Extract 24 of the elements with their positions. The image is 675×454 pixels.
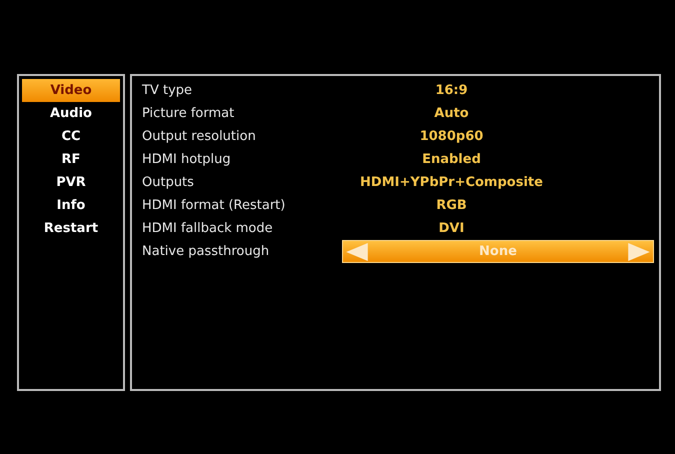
setting-label: HDMI fallback mode: [142, 221, 274, 236]
setting-label: Native passthrough: [142, 244, 270, 259]
setting-label: Output resolution: [142, 129, 257, 144]
left-arrow-icon[interactable]: [345, 242, 369, 260]
sidebar-item[interactable]: PVR: [22, 171, 120, 194]
setting-label: TV type: [142, 83, 194, 98]
setting-value: 1080p60: [418, 129, 484, 144]
sidebar-item[interactable]: RF: [22, 148, 120, 171]
sidebar-item[interactable]: Video: [22, 79, 120, 102]
sidebar-item[interactable]: Info: [22, 194, 120, 217]
setting-label: Picture format: [142, 106, 236, 121]
setting-label: Outputs: [142, 175, 195, 190]
setting-value: RGB: [435, 198, 468, 213]
setting-label: HDMI format (Restart): [142, 198, 286, 213]
sidebar-item[interactable]: CC: [22, 125, 120, 148]
setting-value: 16:9: [434, 83, 469, 98]
sidebar-item[interactable]: Restart: [22, 217, 120, 240]
setting-value: Enabled: [421, 152, 482, 167]
setting-value: Auto: [433, 106, 470, 121]
setting-label: HDMI hotplug: [142, 152, 232, 167]
setting-value: DVI: [438, 221, 466, 236]
right-arrow-icon[interactable]: [626, 242, 651, 260]
setting-value: HDMI+YPbPr+Composite: [359, 175, 544, 190]
sidebar-item[interactable]: Audio: [22, 102, 120, 125]
